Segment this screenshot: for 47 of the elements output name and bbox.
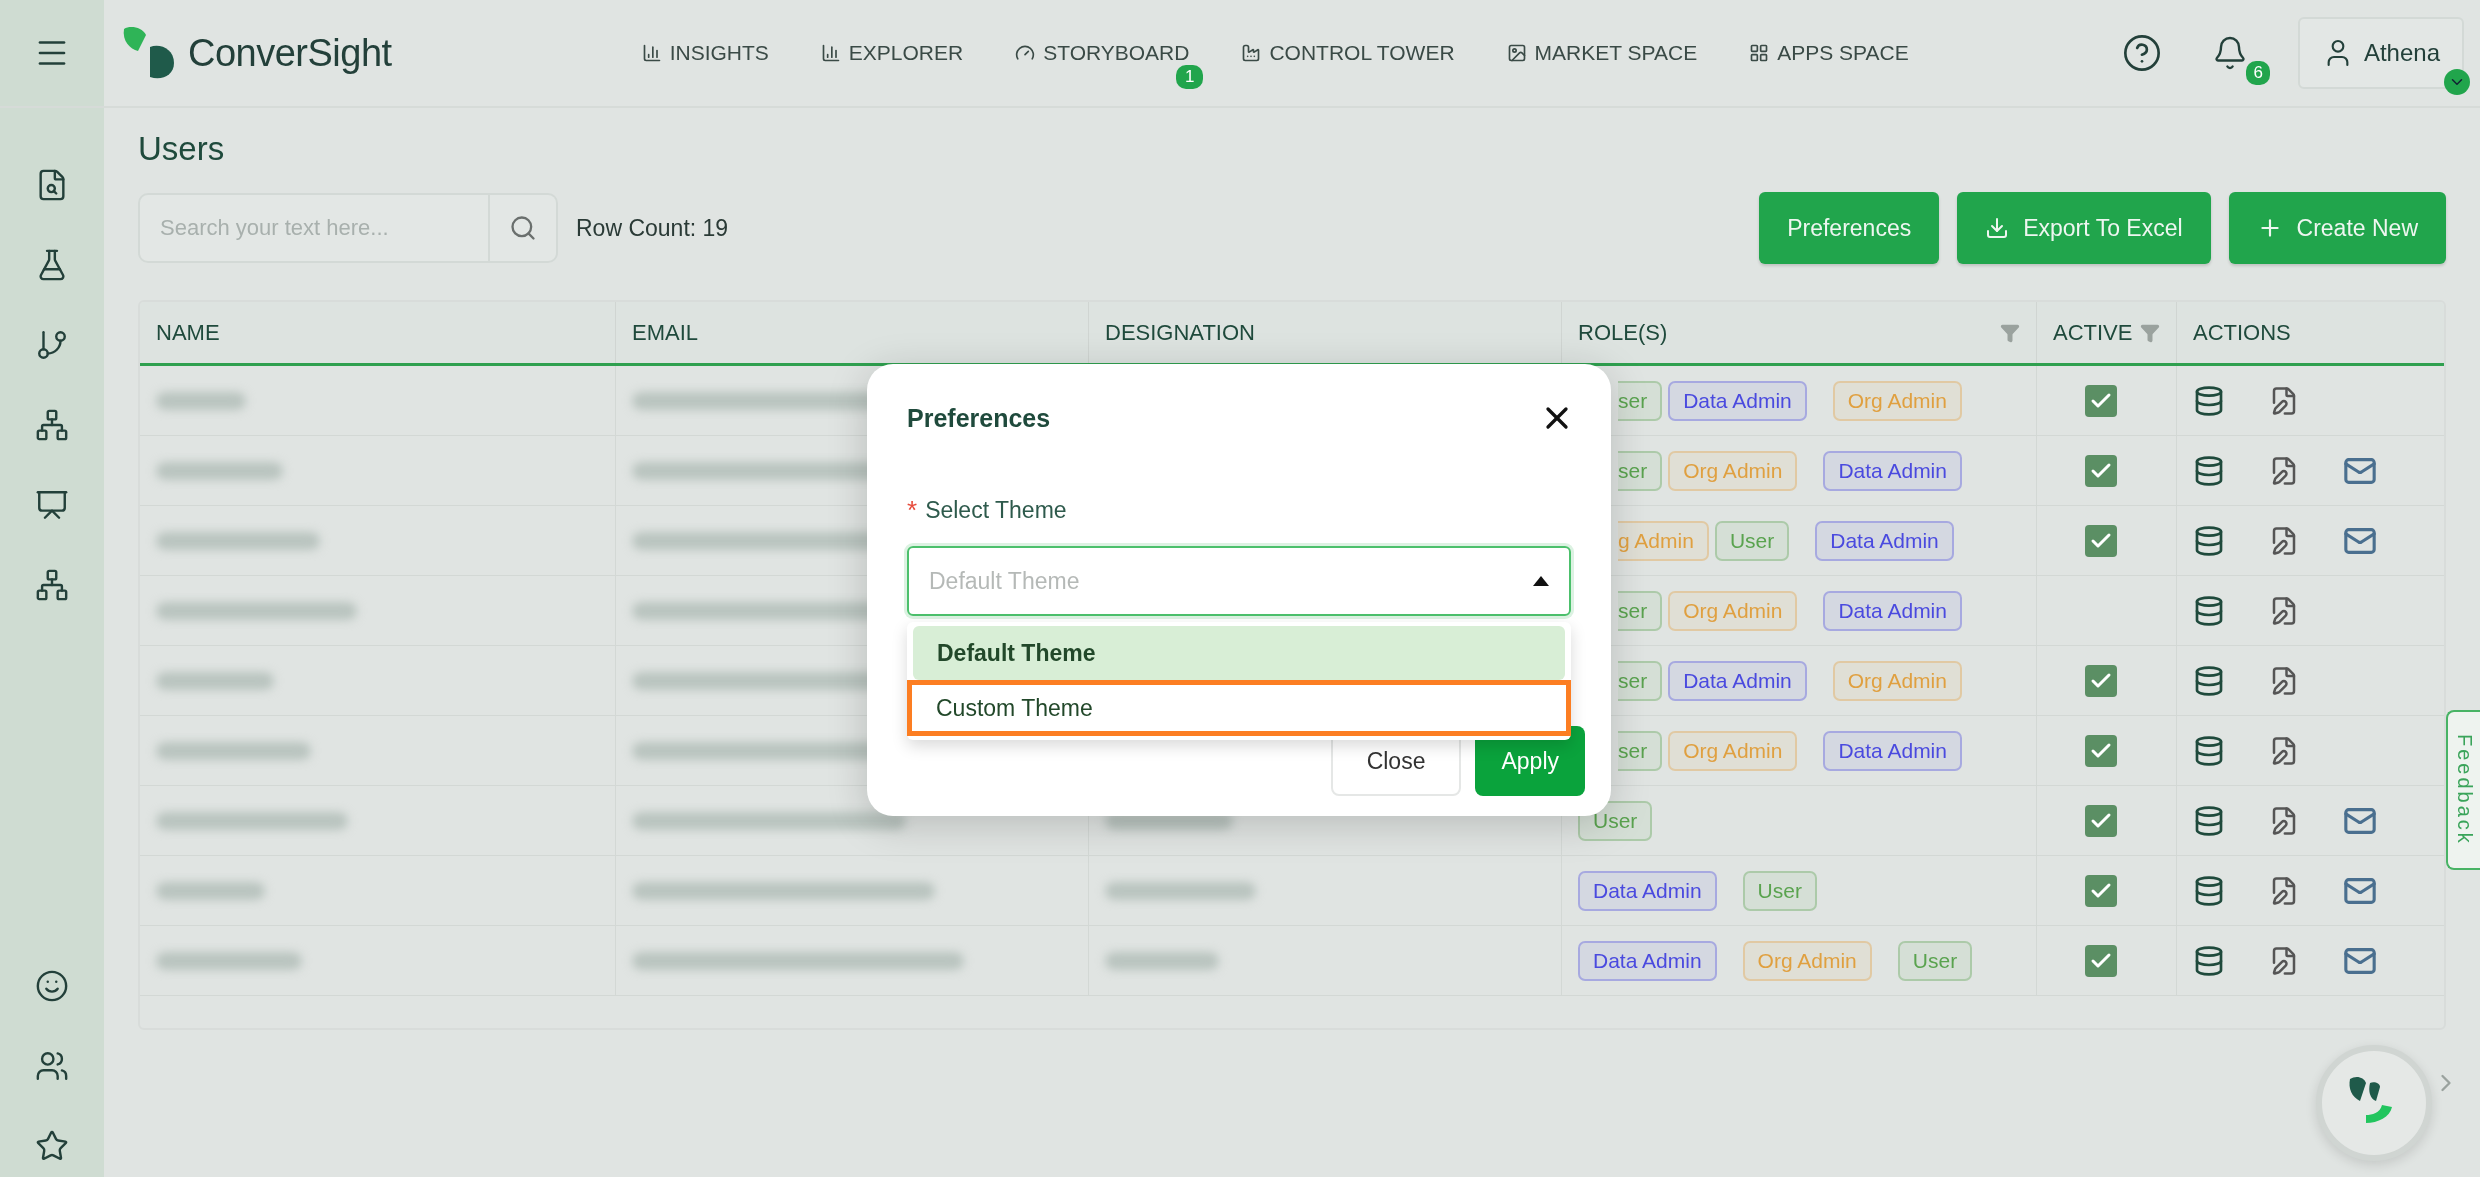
role-tag: ser (1618, 380, 1663, 421)
role-tag: Data Admin (1668, 380, 1807, 421)
role-tag: g Admin (1618, 520, 1709, 561)
column-header: DESIGNATION (1105, 319, 1255, 346)
field-label: Select Theme (925, 497, 1067, 524)
user-menu-button[interactable]: Athena (2297, 17, 2464, 89)
role-tag: Org Admin (1668, 450, 1798, 491)
nav-link[interactable]: STORYBOARD (1015, 41, 1190, 65)
role-tag: Org Admin (1668, 730, 1798, 771)
column-header: EMAIL (632, 319, 699, 346)
nav-link[interactable]: INSIGHTS (641, 41, 769, 65)
count-badge: 1 (1176, 65, 1204, 89)
page-title: Users (138, 130, 226, 168)
role-tag: ser (1618, 450, 1663, 491)
required-mark: * (907, 497, 918, 524)
dropdown-option[interactable]: Custom Theme (907, 680, 1571, 736)
column-header: ACTIONS (2193, 319, 2291, 346)
role-tag: Data Admin (1823, 450, 1962, 491)
role-tag: Org Admin (1832, 660, 1962, 701)
role-tag: Data Admin (1823, 590, 1962, 631)
role-tag: Data Admin (1668, 660, 1807, 701)
nav-link[interactable]: CONTROL TOWER (1241, 41, 1455, 65)
row-count: Row Count: 19 (576, 214, 729, 242)
role-tag: Org Admin (1668, 590, 1798, 631)
role-tag: ser (1618, 590, 1663, 631)
nav-link[interactable]: MARKET SPACE (1506, 41, 1698, 65)
nav-link[interactable]: EXPLORER (820, 41, 964, 65)
role-tag: Data Admin (1815, 520, 1954, 561)
count-badge: 6 (2246, 61, 2270, 85)
role-tag: Data Admin (1578, 870, 1717, 911)
role-tag: Data Admin (1823, 730, 1962, 771)
dropdown-option[interactable]: Default Theme (913, 626, 1565, 680)
role-tag: User (1742, 870, 1817, 911)
role-tag: ser (1618, 730, 1663, 771)
role-tag: User (1714, 520, 1790, 561)
column-header: NAME (156, 319, 220, 346)
logo-text: ConverSight (188, 31, 392, 75)
nav-link[interactable]: APPS SPACE (1749, 41, 1909, 65)
role-tag: Data Admin (1578, 940, 1717, 981)
role-tag: User (1897, 940, 1973, 981)
role-tag: Org Admin (1742, 940, 1872, 981)
dialog-title: Preferences (907, 404, 1051, 433)
role-tag: Org Admin (1832, 380, 1962, 421)
search-field[interactable]: Search your text here... (138, 193, 490, 263)
column-header: ROLE(S) (1578, 319, 1668, 346)
column-header: ACTIVE (2053, 319, 2133, 346)
role-tag: ser (1618, 660, 1663, 701)
